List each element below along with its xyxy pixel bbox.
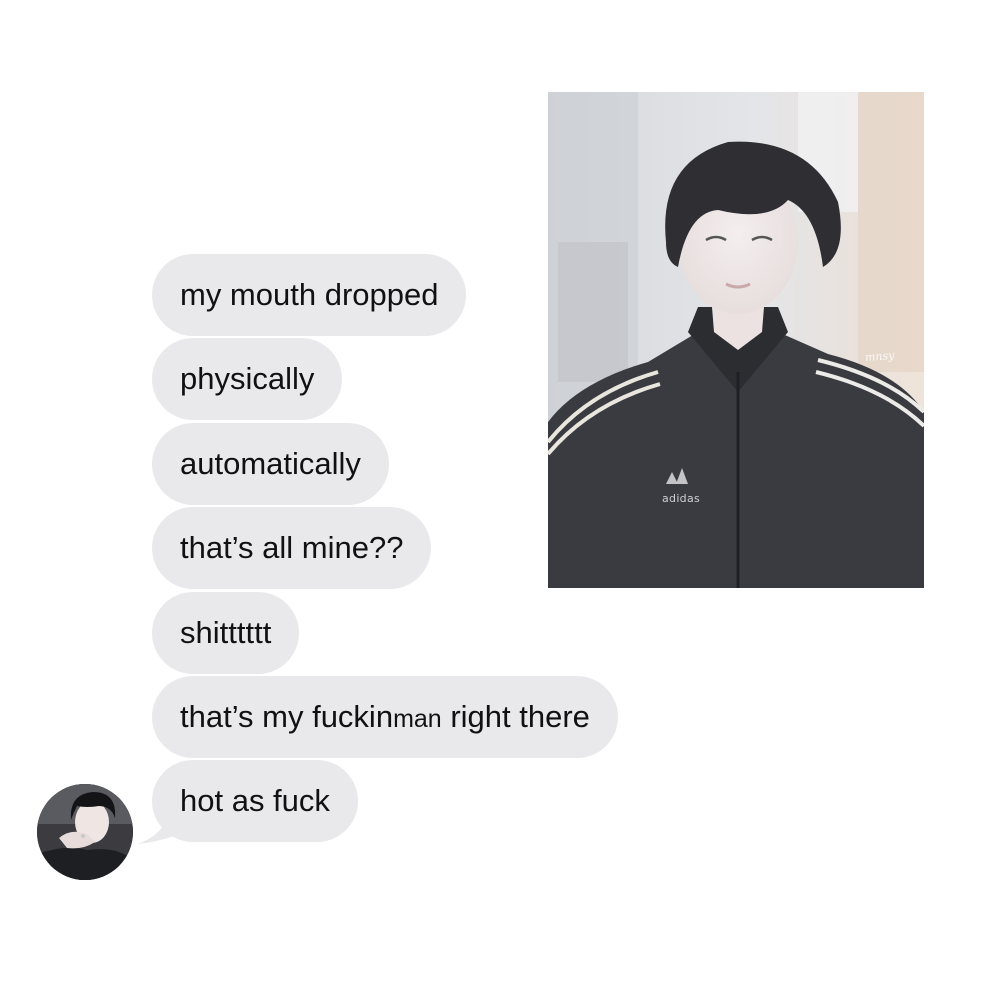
- message-bubble-last[interactable]: hot as fuck: [152, 760, 358, 842]
- message-text-part: that’s my fuckin: [180, 699, 394, 734]
- photo-image: [548, 92, 924, 588]
- message-bubble[interactable]: that’s my fuckinman right there: [152, 676, 618, 758]
- message-text: my mouth dropped: [180, 277, 439, 312]
- message-text: physically: [180, 361, 315, 396]
- jacket-brand-text: adidas: [662, 492, 701, 505]
- message-text: hot as fuck: [180, 783, 330, 818]
- message-bubble[interactable]: physically: [152, 338, 343, 420]
- sender-avatar[interactable]: [37, 784, 133, 880]
- message-text: automatically: [180, 446, 361, 481]
- message-text: that’s all mine??: [180, 530, 404, 565]
- avatar-photo-icon: [37, 784, 133, 880]
- shared-photo[interactable]: mnsy adidas: [548, 92, 924, 588]
- message-text-part: right there: [441, 699, 590, 734]
- message-bubble[interactable]: my mouth dropped: [152, 254, 467, 336]
- message-bubble[interactable]: automatically: [152, 423, 389, 505]
- message-text-small-part: man: [393, 705, 442, 733]
- message-text: shitttttt: [180, 615, 272, 650]
- message-bubble[interactable]: that’s all mine??: [152, 507, 432, 589]
- photo-watermark: mnsy: [864, 348, 895, 365]
- message-bubble[interactable]: shitttttt: [152, 592, 300, 674]
- bubble-tail-icon: [138, 812, 174, 844]
